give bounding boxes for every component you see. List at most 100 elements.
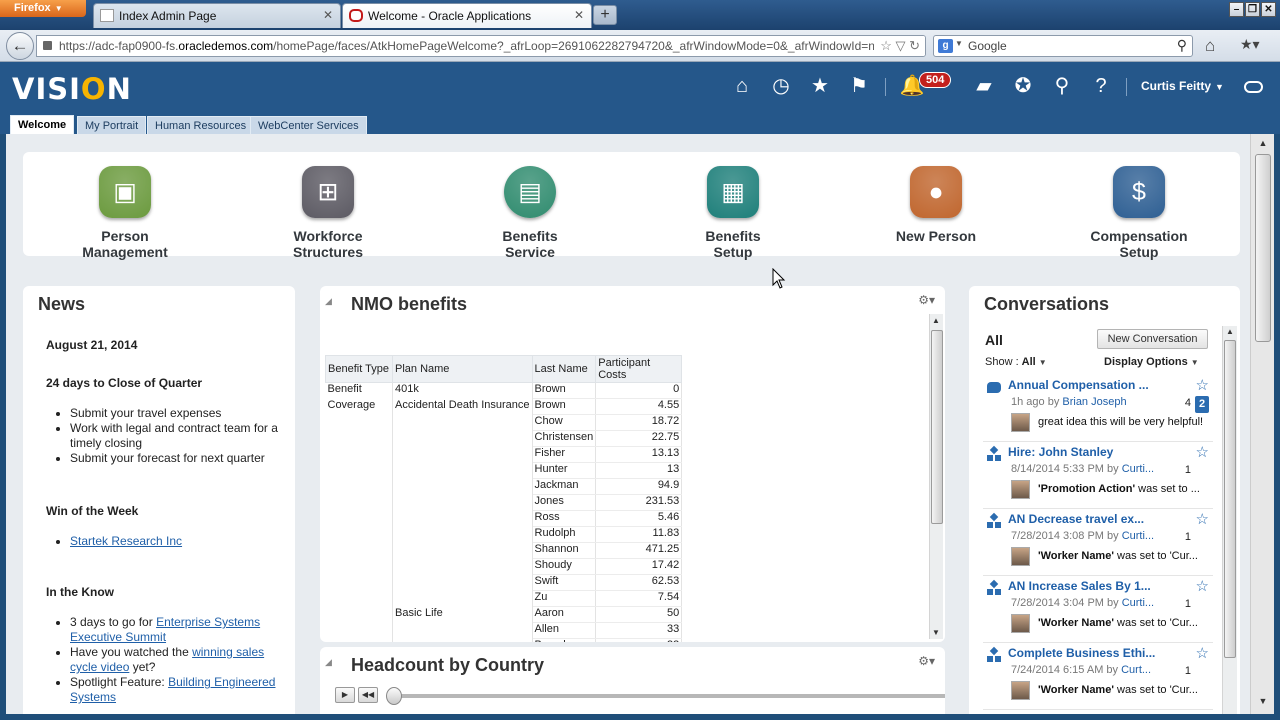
collapse-icon[interactable]: ◢ [325, 296, 332, 307]
benefit-type-cell [325, 574, 393, 591]
bookmarks-icon[interactable]: ★▾ [1240, 36, 1260, 53]
reload-icon[interactable]: ↻ [909, 38, 920, 53]
author-link[interactable]: Curti... [1122, 530, 1154, 542]
time-slider-track[interactable] [387, 694, 945, 698]
item-text: yet? [129, 660, 156, 674]
scroll-down-icon[interactable]: ▼ [1256, 696, 1270, 710]
star-icon[interactable]: ☆ [1196, 443, 1209, 461]
display-options-menu[interactable]: Display Options ▼ [1104, 356, 1199, 368]
author-link[interactable]: Brian Joseph [1062, 396, 1126, 408]
close-window-icon[interactable]: ✕ [1261, 2, 1276, 17]
rewind-button[interactable]: ◀◀ [358, 687, 378, 703]
star-icon[interactable]: ☆ [1196, 376, 1209, 394]
table-row: Chow 18.72 [325, 414, 683, 431]
reply-count: 1 [1184, 665, 1191, 677]
address-bar[interactable]: https://adc-fap0900-fs.oracledemos.com/h… [36, 35, 926, 57]
messages-icon[interactable]: ▰ [971, 75, 997, 97]
springboard-benefits-service[interactable]: ▤ Benefits Service [460, 166, 600, 260]
scroll-up-icon[interactable]: ▲ [1256, 138, 1270, 152]
tab-index-admin[interactable]: Index Admin Page ✕ [93, 3, 341, 28]
item-text: Spotlight Feature: [70, 675, 169, 689]
conversation-title[interactable]: Annual Compensation ... [1008, 378, 1149, 392]
author-link[interactable]: Curt... [1121, 664, 1151, 676]
tab-human-resources[interactable]: Human Resources [147, 116, 255, 134]
play-button[interactable]: ▶ [335, 687, 355, 703]
conversation-item[interactable]: Complete Business Ethi... ☆ 7/24/2014 6:15… [983, 644, 1213, 710]
conversation-scrollbar[interactable]: ▲ [1222, 326, 1237, 714]
conversation-item[interactable]: Hire: John Stanley ☆ 8/14/2014 5:33 PM by … [983, 443, 1213, 509]
close-icon[interactable]: ✕ [574, 8, 584, 22]
conversation-title[interactable]: Hire: John Stanley [1008, 445, 1113, 459]
gear-icon[interactable]: ⚙▾ [918, 654, 935, 668]
restore-icon[interactable]: ❐ [1245, 2, 1260, 17]
column-header: Last Name [531, 355, 597, 383]
conversation-item[interactable]: Annual Compensation ... ☆ 1h ago by Brian … [983, 376, 1213, 442]
conversation-item[interactable]: AN Decrease travel ex... ☆ 7/28/2014 3:08 … [983, 510, 1213, 576]
time-slider-knob[interactable] [386, 687, 402, 705]
scroll-thumb[interactable] [931, 330, 943, 524]
flag-icon[interactable]: ⚑ [846, 75, 872, 97]
conversation-item[interactable]: AN Increase Sales By 1... ☆ 7/28/2014 3:04… [983, 577, 1213, 643]
headcount-title: Headcount by Country [351, 655, 545, 675]
gear-icon[interactable]: ⚙▾ [918, 293, 935, 307]
search-input[interactable]: g ▼ Google ⚲ [933, 35, 1193, 57]
collapse-icon[interactable]: ◢ [325, 657, 332, 668]
tab-welcome[interactable]: Welcome [10, 115, 75, 134]
conversation-title[interactable]: Complete Business Ethi... [1008, 646, 1155, 660]
springboard-benefits-setup[interactable]: ▦ Benefits Setup [663, 166, 803, 260]
window-controls: – ❐ ✕ [1229, 2, 1276, 18]
show-label: Show : [985, 356, 1019, 368]
bookmark-star-icon[interactable]: ☆ [880, 38, 892, 53]
table-scrollbar[interactable]: ▲ ▼ [929, 314, 943, 639]
star-icon[interactable]: ☆ [1196, 577, 1209, 595]
benefit-type-cell [325, 430, 393, 447]
cost-cell: 7.54 [595, 590, 683, 607]
search-icon[interactable]: ⚲ [1177, 37, 1187, 54]
minimize-icon[interactable]: – [1229, 2, 1244, 17]
home-icon[interactable]: ⌂ [729, 75, 755, 97]
springboard-person-management[interactable]: ▣ Person Management [55, 166, 195, 260]
springboard-new-person[interactable]: ● New Person [866, 166, 1006, 244]
benefit-type-cell [325, 494, 393, 511]
close-icon[interactable]: ✕ [323, 8, 333, 22]
author-link[interactable]: Curti... [1122, 463, 1154, 475]
dropdown-icon[interactable]: ▽ [895, 38, 905, 53]
springboard-workforce-structures[interactable]: ⊞ Workforce Structures [258, 166, 398, 260]
scroll-thumb[interactable] [1224, 340, 1236, 658]
help-icon[interactable]: ? [1088, 75, 1114, 97]
conversation-title[interactable]: AN Increase Sales By 1... [1008, 579, 1151, 593]
cost-cell: 17.42 [595, 558, 683, 575]
chevron-down-icon[interactable]: ▼ [955, 39, 963, 48]
vision-logo[interactable]: VISION [12, 72, 132, 106]
page-scrollbar[interactable]: ▲ ▼ [1250, 134, 1274, 714]
user-menu[interactable]: Curtis Feitty ▼ [1141, 79, 1224, 93]
accessibility-icon[interactable]: ✪ [1010, 75, 1036, 97]
home-icon[interactable]: ⌂ [1205, 36, 1215, 56]
notification-count-badge[interactable]: 504 [919, 72, 952, 88]
news-link[interactable]: Startek Research Inc [70, 534, 182, 548]
back-button[interactable]: ← [6, 32, 34, 60]
recent-clock-icon[interactable]: ◷ [768, 75, 794, 97]
star-icon[interactable]: ☆ [1196, 644, 1209, 662]
show-filter[interactable]: Show : All ▼ [985, 356, 1047, 368]
star-icon[interactable]: ☆ [1196, 510, 1209, 528]
new-conversation-button[interactable]: New Conversation [1097, 329, 1208, 349]
author-link[interactable]: Curti... [1122, 597, 1154, 609]
tab-welcome-oracle[interactable]: Welcome - Oracle Applications ✕ [342, 3, 592, 28]
list-item: Startek Research Inc [70, 534, 285, 549]
conversation-title[interactable]: AN Decrease travel ex... [1008, 512, 1144, 526]
scroll-thumb[interactable] [1255, 154, 1271, 342]
scroll-up-icon[interactable]: ▲ [932, 316, 940, 325]
session-icon[interactable] [1244, 81, 1263, 93]
springboard-compensation-setup[interactable]: $ Compensation Setup [1069, 166, 1209, 260]
tab-my-portrait[interactable]: My Portrait [77, 116, 147, 134]
new-tab-button[interactable]: + [593, 5, 617, 25]
favorites-star-icon[interactable]: ★ [807, 75, 833, 97]
scroll-down-icon[interactable]: ▼ [932, 628, 940, 637]
search-icon[interactable]: ⚲ [1049, 75, 1075, 97]
firefox-menu-button[interactable]: Firefox ▼ [0, 0, 86, 17]
scroll-up-icon[interactable]: ▲ [1226, 327, 1234, 336]
conversation-meta: 7/28/2014 3:08 PM by Curti... [1011, 530, 1154, 542]
tab-webcenter-services[interactable]: WebCenter Services [250, 116, 367, 134]
springboard-tile: ● [910, 166, 962, 218]
